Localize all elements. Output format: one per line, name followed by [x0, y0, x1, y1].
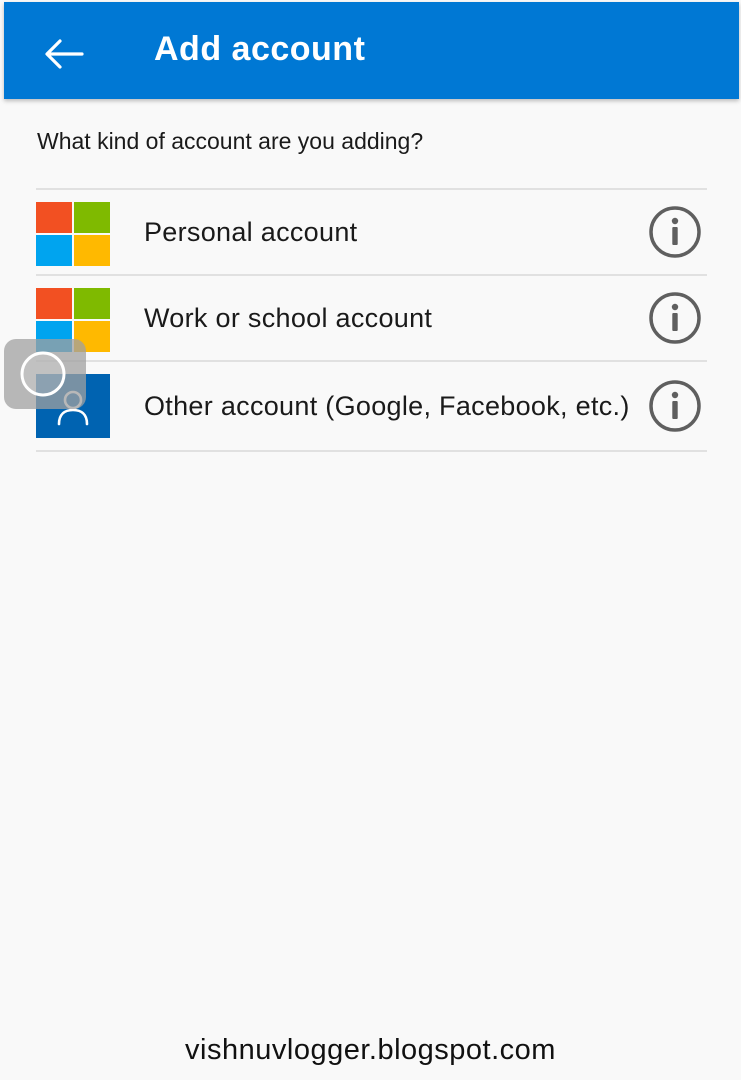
info-button[interactable] — [647, 290, 703, 346]
screen: Add account What kind of account are you… — [0, 0, 741, 1080]
option-label: Other account (Google, Facebook, etc.) — [144, 391, 630, 421]
option-label: Personal account — [144, 217, 358, 247]
account-type-prompt: What kind of account are you adding? — [37, 128, 424, 154]
option-label: Work or school account — [144, 303, 433, 333]
option-other-account[interactable]: Other account (Google, Facebook, etc.) — [36, 362, 707, 450]
page-title: Add account — [154, 30, 366, 68]
info-button[interactable] — [647, 378, 703, 434]
watermark-text: vishnuvlogger.blogspot.com — [185, 1034, 556, 1066]
option-personal-account[interactable]: Personal account — [36, 190, 707, 274]
microsoft-logo-icon — [36, 202, 110, 266]
divider — [36, 450, 707, 452]
floating-assistive-button[interactable] — [4, 339, 86, 409]
option-work-school-account[interactable]: Work or school account — [36, 276, 707, 360]
info-button[interactable] — [647, 204, 703, 260]
info-icon — [649, 206, 701, 258]
info-icon — [649, 380, 701, 432]
back-button[interactable] — [32, 28, 96, 80]
arrow-left-icon — [45, 39, 84, 69]
account-type-list: Personal account Work or school account — [36, 188, 707, 452]
circle-icon — [20, 351, 66, 397]
info-icon — [649, 292, 701, 344]
app-bar: Add account — [4, 2, 739, 99]
